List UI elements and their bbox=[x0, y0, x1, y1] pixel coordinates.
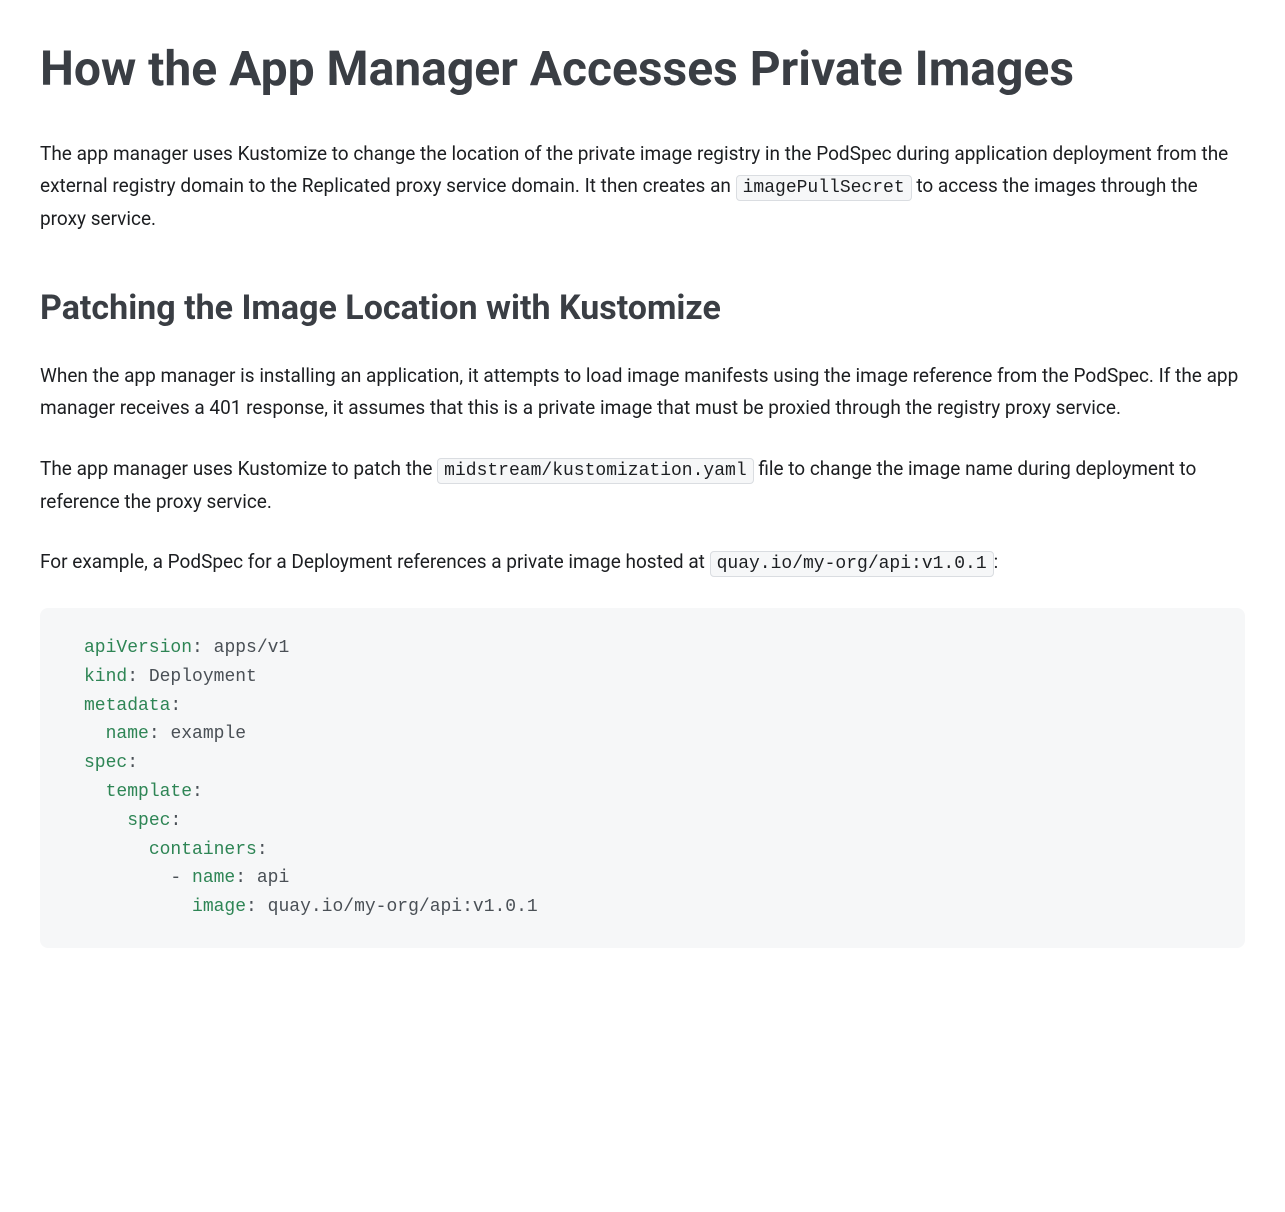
code-line: - name: api bbox=[84, 864, 1201, 893]
yaml-colon: : bbox=[127, 667, 138, 687]
yaml-value: example bbox=[160, 724, 246, 744]
paragraph-install-behavior: When the app manager is installing an ap… bbox=[40, 360, 1245, 425]
yaml-value: Deployment bbox=[138, 667, 257, 687]
yaml-colon: : bbox=[170, 696, 181, 716]
code-line: name: example bbox=[84, 720, 1201, 749]
yaml-value: api bbox=[246, 868, 289, 888]
code-line: apiVersion: apps/v1 bbox=[84, 634, 1201, 663]
paragraph-example-intro: For example, a PodSpec for a Deployment … bbox=[40, 546, 1245, 580]
code-line: template: bbox=[84, 778, 1201, 807]
yaml-dash: - bbox=[170, 868, 192, 888]
section-heading-patching: Patching the Image Location with Kustomi… bbox=[40, 286, 1245, 330]
code-line: metadata: bbox=[84, 692, 1201, 721]
yaml-key: spec bbox=[84, 753, 127, 773]
page-title: How the App Manager Accesses Private Ima… bbox=[40, 40, 1245, 98]
yaml-colon: : bbox=[149, 724, 160, 744]
yaml-value: quay.io/my-org/api:v1.0.1 bbox=[257, 897, 538, 917]
code-line: spec: bbox=[84, 807, 1201, 836]
inline-code-kustomization-path: midstream/kustomization.yaml bbox=[437, 458, 753, 484]
code-line: kind: Deployment bbox=[84, 663, 1201, 692]
yaml-colon: : bbox=[127, 753, 138, 773]
yaml-key: image bbox=[192, 897, 246, 917]
yaml-code-block: apiVersion: apps/v1kind: Deploymentmetad… bbox=[40, 608, 1245, 948]
paragraph-kustomize-patch: The app manager uses Kustomize to patch … bbox=[40, 453, 1245, 519]
yaml-key: metadata bbox=[84, 696, 170, 716]
yaml-colon: : bbox=[192, 782, 203, 802]
inline-code-imagepullsecret: imagePullSecret bbox=[736, 175, 912, 201]
yaml-colon: : bbox=[235, 868, 246, 888]
text-segment: The app manager uses Kustomize to patch … bbox=[40, 457, 437, 480]
yaml-value: apps/v1 bbox=[203, 638, 289, 658]
inline-code-image-ref: quay.io/my-org/api:v1.0.1 bbox=[710, 551, 994, 577]
yaml-key: apiVersion bbox=[84, 638, 192, 658]
yaml-colon: : bbox=[192, 638, 203, 658]
yaml-key: name bbox=[106, 724, 149, 744]
yaml-key: kind bbox=[84, 667, 127, 687]
intro-paragraph: The app manager uses Kustomize to change… bbox=[40, 138, 1245, 236]
yaml-colon: : bbox=[257, 840, 268, 860]
code-line: spec: bbox=[84, 749, 1201, 778]
code-line: image: quay.io/my-org/api:v1.0.1 bbox=[84, 893, 1201, 922]
code-line: containers: bbox=[84, 836, 1201, 865]
yaml-colon: : bbox=[246, 897, 257, 917]
yaml-key: containers bbox=[149, 840, 257, 860]
text-segment: For example, a PodSpec for a Deployment … bbox=[40, 550, 710, 573]
yaml-key: name bbox=[192, 868, 235, 888]
yaml-key: spec bbox=[127, 811, 170, 831]
yaml-colon: : bbox=[170, 811, 181, 831]
yaml-key: template bbox=[106, 782, 192, 802]
text-segment: : bbox=[994, 550, 999, 573]
